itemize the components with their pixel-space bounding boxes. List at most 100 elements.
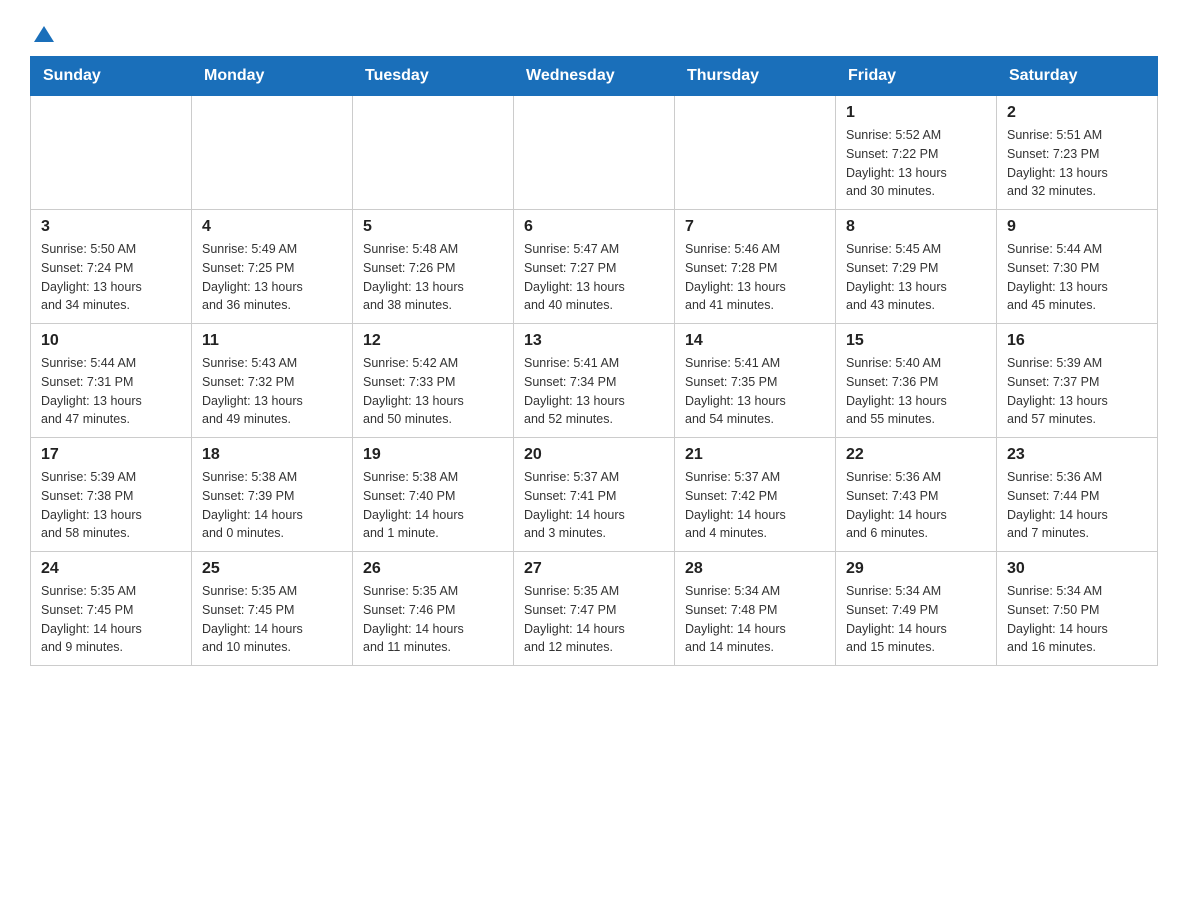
day-info: Sunrise: 5:43 AM Sunset: 7:32 PM Dayligh… [202, 354, 342, 429]
day-number: 16 [1007, 332, 1147, 350]
day-info: Sunrise: 5:34 AM Sunset: 7:49 PM Dayligh… [846, 582, 986, 657]
day-info: Sunrise: 5:36 AM Sunset: 7:43 PM Dayligh… [846, 468, 986, 543]
day-of-week-header: Monday [192, 57, 353, 96]
day-number: 24 [41, 560, 181, 578]
day-info: Sunrise: 5:49 AM Sunset: 7:25 PM Dayligh… [202, 240, 342, 315]
day-number: 7 [685, 218, 825, 236]
calendar-day-cell: 12 Sunrise: 5:42 AM Sunset: 7:33 PM Dayli… [353, 324, 514, 438]
day-number: 12 [363, 332, 503, 350]
day-info: Sunrise: 5:38 AM Sunset: 7:39 PM Dayligh… [202, 468, 342, 543]
calendar-week-row: 10 Sunrise: 5:44 AM Sunset: 7:31 PM Dayli… [31, 324, 1158, 438]
calendar-day-cell: 30Sunrise: 5:34 AM Sunset: 7:50 PM Dayli… [997, 552, 1158, 666]
day-info: Sunrise: 5:44 AM Sunset: 7:31 PM Dayligh… [41, 354, 181, 429]
day-info: Sunrise: 5:39 AM Sunset: 7:38 PM Dayligh… [41, 468, 181, 543]
calendar-day-cell [192, 96, 353, 210]
logo [30, 30, 54, 46]
day-number: 11 [202, 332, 342, 350]
page-header [30, 20, 1158, 46]
day-number: 9 [1007, 218, 1147, 236]
day-number: 20 [524, 446, 664, 464]
calendar-day-cell: 1 Sunrise: 5:52 AM Sunset: 7:22 PM Daylig… [836, 96, 997, 210]
calendar-day-cell: 20 Sunrise: 5:37 AM Sunset: 7:41 PM Dayli… [514, 438, 675, 552]
day-of-week-header: Thursday [675, 57, 836, 96]
day-number: 29 [846, 560, 986, 578]
day-info: Sunrise: 5:46 AM Sunset: 7:28 PM Dayligh… [685, 240, 825, 315]
day-info: Sunrise: 5:41 AM Sunset: 7:34 PM Dayligh… [524, 354, 664, 429]
day-info: Sunrise: 5:37 AM Sunset: 7:41 PM Dayligh… [524, 468, 664, 543]
day-info: Sunrise: 5:42 AM Sunset: 7:33 PM Dayligh… [363, 354, 503, 429]
calendar-day-cell: 26 Sunrise: 5:35 AM Sunset: 7:46 PM Dayli… [353, 552, 514, 666]
calendar-day-cell: 23Sunrise: 5:36 AM Sunset: 7:44 PM Dayli… [997, 438, 1158, 552]
day-info: Sunrise: 5:44 AM Sunset: 7:30 PM Dayligh… [1007, 240, 1147, 315]
day-number: 5 [363, 218, 503, 236]
calendar-day-cell: 14Sunrise: 5:41 AM Sunset: 7:35 PM Dayli… [675, 324, 836, 438]
calendar-week-row: 24 Sunrise: 5:35 AM Sunset: 7:45 PM Dayli… [31, 552, 1158, 666]
day-number: 6 [524, 218, 664, 236]
calendar-day-cell: 17 Sunrise: 5:39 AM Sunset: 7:38 PM Dayli… [31, 438, 192, 552]
day-number: 19 [363, 446, 503, 464]
calendar-day-cell: 18 Sunrise: 5:38 AM Sunset: 7:39 PM Dayli… [192, 438, 353, 552]
calendar-day-cell: 7 Sunrise: 5:46 AM Sunset: 7:28 PM Daylig… [675, 210, 836, 324]
calendar-week-row: 1 Sunrise: 5:52 AM Sunset: 7:22 PM Daylig… [31, 96, 1158, 210]
day-info: Sunrise: 5:35 AM Sunset: 7:45 PM Dayligh… [202, 582, 342, 657]
day-of-week-header: Tuesday [353, 57, 514, 96]
day-number: 23 [1007, 446, 1147, 464]
calendar-day-cell: 5 Sunrise: 5:48 AM Sunset: 7:26 PM Daylig… [353, 210, 514, 324]
day-number: 25 [202, 560, 342, 578]
calendar-day-cell: 24 Sunrise: 5:35 AM Sunset: 7:45 PM Dayli… [31, 552, 192, 666]
day-info: Sunrise: 5:35 AM Sunset: 7:46 PM Dayligh… [363, 582, 503, 657]
calendar-day-cell: 8Sunrise: 5:45 AM Sunset: 7:29 PM Daylig… [836, 210, 997, 324]
day-number: 4 [202, 218, 342, 236]
calendar-day-cell: 25 Sunrise: 5:35 AM Sunset: 7:45 PM Dayli… [192, 552, 353, 666]
day-info: Sunrise: 5:35 AM Sunset: 7:47 PM Dayligh… [524, 582, 664, 657]
calendar-day-cell: 3 Sunrise: 5:50 AM Sunset: 7:24 PM Daylig… [31, 210, 192, 324]
day-number: 17 [41, 446, 181, 464]
day-info: Sunrise: 5:50 AM Sunset: 7:24 PM Dayligh… [41, 240, 181, 315]
day-number: 21 [685, 446, 825, 464]
day-number: 14 [685, 332, 825, 350]
day-number: 10 [41, 332, 181, 350]
calendar-day-cell: 9 Sunrise: 5:44 AM Sunset: 7:30 PM Daylig… [997, 210, 1158, 324]
day-number: 1 [846, 104, 986, 122]
day-info: Sunrise: 5:45 AM Sunset: 7:29 PM Dayligh… [846, 240, 986, 315]
day-number: 30 [1007, 560, 1147, 578]
day-info: Sunrise: 5:37 AM Sunset: 7:42 PM Dayligh… [685, 468, 825, 543]
calendar-day-cell: 4 Sunrise: 5:49 AM Sunset: 7:25 PM Daylig… [192, 210, 353, 324]
calendar-week-row: 3 Sunrise: 5:50 AM Sunset: 7:24 PM Daylig… [31, 210, 1158, 324]
day-info: Sunrise: 5:35 AM Sunset: 7:45 PM Dayligh… [41, 582, 181, 657]
day-number: 18 [202, 446, 342, 464]
day-info: Sunrise: 5:48 AM Sunset: 7:26 PM Dayligh… [363, 240, 503, 315]
day-info: Sunrise: 5:52 AM Sunset: 7:22 PM Dayligh… [846, 126, 986, 201]
calendar-day-cell: 13 Sunrise: 5:41 AM Sunset: 7:34 PM Dayli… [514, 324, 675, 438]
day-number: 15 [846, 332, 986, 350]
day-number: 3 [41, 218, 181, 236]
day-info: Sunrise: 5:47 AM Sunset: 7:27 PM Dayligh… [524, 240, 664, 315]
calendar-day-cell: 22 Sunrise: 5:36 AM Sunset: 7:43 PM Dayli… [836, 438, 997, 552]
day-of-week-header: Sunday [31, 57, 192, 96]
day-info: Sunrise: 5:39 AM Sunset: 7:37 PM Dayligh… [1007, 354, 1147, 429]
day-info: Sunrise: 5:34 AM Sunset: 7:48 PM Dayligh… [685, 582, 825, 657]
day-of-week-header: Saturday [997, 57, 1158, 96]
day-number: 28 [685, 560, 825, 578]
calendar-day-cell [353, 96, 514, 210]
day-info: Sunrise: 5:51 AM Sunset: 7:23 PM Dayligh… [1007, 126, 1147, 201]
day-number: 22 [846, 446, 986, 464]
calendar-table: SundayMondayTuesdayWednesdayThursdayFrid… [30, 56, 1158, 666]
day-info: Sunrise: 5:40 AM Sunset: 7:36 PM Dayligh… [846, 354, 986, 429]
calendar-day-cell: 28 Sunrise: 5:34 AM Sunset: 7:48 PM Dayli… [675, 552, 836, 666]
day-number: 26 [363, 560, 503, 578]
day-number: 13 [524, 332, 664, 350]
calendar-header-row: SundayMondayTuesdayWednesdayThursdayFrid… [31, 57, 1158, 96]
calendar-day-cell: 2 Sunrise: 5:51 AM Sunset: 7:23 PM Daylig… [997, 96, 1158, 210]
day-of-week-header: Wednesday [514, 57, 675, 96]
day-of-week-header: Friday [836, 57, 997, 96]
calendar-day-cell: 15 Sunrise: 5:40 AM Sunset: 7:36 PM Dayli… [836, 324, 997, 438]
calendar-day-cell [675, 96, 836, 210]
day-info: Sunrise: 5:38 AM Sunset: 7:40 PM Dayligh… [363, 468, 503, 543]
logo-triangle-icon [34, 26, 54, 42]
day-number: 2 [1007, 104, 1147, 122]
calendar-day-cell: 29 Sunrise: 5:34 AM Sunset: 7:49 PM Dayli… [836, 552, 997, 666]
calendar-day-cell: 27 Sunrise: 5:35 AM Sunset: 7:47 PM Dayli… [514, 552, 675, 666]
calendar-day-cell [514, 96, 675, 210]
day-number: 27 [524, 560, 664, 578]
